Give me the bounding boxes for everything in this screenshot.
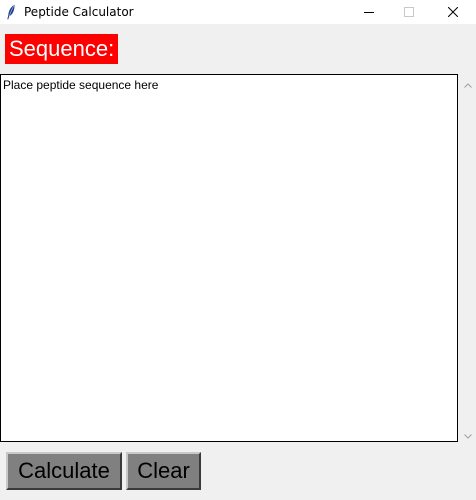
sequence-label: Sequence:: [5, 34, 119, 64]
close-icon: [448, 7, 458, 17]
scroll-down-button[interactable]: [459, 425, 476, 442]
feather-icon: [6, 4, 16, 20]
close-button[interactable]: [434, 0, 472, 24]
window-title: Peptide Calculator: [24, 5, 134, 19]
app-window: Peptide Calculator Sequence: Place pepti…: [0, 0, 476, 500]
clear-button[interactable]: Clear: [126, 452, 201, 490]
minimize-button[interactable]: [350, 0, 388, 24]
chevron-down-icon: [463, 424, 472, 443]
sequence-text-area[interactable]: Place peptide sequence here: [0, 74, 458, 442]
chevron-up-icon: [463, 73, 472, 92]
vertical-scrollbar[interactable]: [459, 74, 476, 442]
title-bar[interactable]: Peptide Calculator: [0, 0, 476, 24]
maximize-icon: [404, 7, 414, 17]
calculate-button[interactable]: Calculate: [6, 452, 122, 490]
scroll-up-button[interactable]: [459, 74, 476, 91]
minimize-icon: [364, 7, 374, 17]
maximize-button[interactable]: [390, 0, 428, 24]
